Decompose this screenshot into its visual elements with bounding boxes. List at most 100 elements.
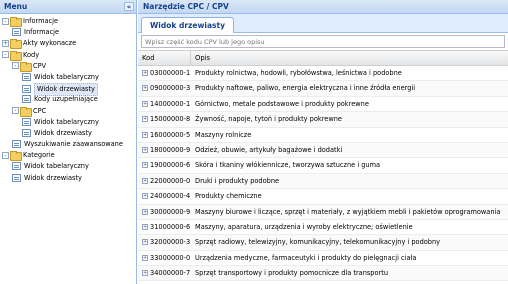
tree-node-label: Kategorie bbox=[23, 151, 55, 160]
tree-node[interactable]: - Kategorie bbox=[0, 150, 136, 162]
tree-node[interactable]: Widok tabelaryczny bbox=[0, 161, 136, 172]
table-row[interactable]: +14000000-1 Górnictwo, metale podstawowe … bbox=[138, 97, 508, 113]
collapse-node-icon[interactable]: - bbox=[2, 51, 9, 59]
row-code-cell: +16000000-5 bbox=[138, 128, 191, 143]
expand-row-icon[interactable]: + bbox=[142, 223, 148, 230]
expand-row-icon[interactable]: + bbox=[142, 254, 148, 261]
expand-row-icon[interactable]: + bbox=[142, 131, 148, 138]
page-icon bbox=[12, 140, 21, 149]
tree-node[interactable]: - Informacje bbox=[0, 16, 136, 27]
expand-row-icon[interactable]: + bbox=[142, 146, 148, 153]
table-row[interactable]: +24000000-4 Produkty chemiczne bbox=[138, 189, 508, 205]
table-row[interactable]: +31000000-6 Maszyny, aparatura, urządzeni… bbox=[138, 220, 508, 236]
tree-node[interactable]: + Akty wykonacze bbox=[0, 38, 136, 50]
row-description: Skóra i tkaniny włókiennicze, tworzywa s… bbox=[195, 161, 381, 170]
table-row[interactable]: +09000000-3 Produkty naftowe, paliwo, ene… bbox=[138, 81, 508, 97]
row-description: Żywność, napoje, tytoń i produkty pokrew… bbox=[195, 115, 342, 124]
collapse-node-icon[interactable]: - bbox=[12, 62, 19, 70]
row-code: 31000000-6 bbox=[150, 222, 191, 231]
search-input[interactable] bbox=[141, 35, 505, 48]
tree-node[interactable]: Widok tabelaryczny bbox=[0, 117, 136, 128]
page-icon bbox=[12, 162, 21, 171]
folder-icon bbox=[20, 106, 32, 117]
main-header: Narzędzie CPC / CPV bbox=[138, 0, 508, 14]
row-code-cell: +18000000-9 bbox=[138, 143, 191, 158]
expand-node-icon[interactable]: + bbox=[2, 39, 9, 47]
page-icon bbox=[22, 85, 31, 94]
row-code: 19000000-6 bbox=[150, 161, 191, 170]
row-code-cell: +14000000-1 bbox=[138, 97, 191, 112]
tree-node[interactable]: Widok tabelaryczny bbox=[0, 72, 136, 83]
tree-node[interactable]: Informacje bbox=[0, 27, 136, 38]
row-description: Produkty naftowe, paliwo, energia elektr… bbox=[195, 84, 416, 93]
row-description: Odzież, obuwie, artykuły bagażowe i doda… bbox=[195, 145, 343, 154]
tree-node-label: Widok tabelaryczny bbox=[34, 117, 99, 126]
row-code: 16000000-5 bbox=[150, 130, 191, 139]
search-bar bbox=[138, 33, 508, 51]
folder-icon bbox=[20, 61, 32, 72]
table-row[interactable]: +03000000-1 Produkty rolnictwa, hodowli, … bbox=[138, 66, 508, 82]
expand-row-icon[interactable]: + bbox=[142, 100, 148, 107]
table-row[interactable]: +18000000-9 Odzież, obuwie, artykuły baga… bbox=[138, 142, 508, 159]
row-code-cell: +03000000-1 bbox=[138, 66, 191, 81]
tree-node[interactable]: - Kody bbox=[0, 50, 136, 61]
page-icon bbox=[22, 128, 31, 137]
row-description: Urządzenia medyczne, farmaceutyki i prod… bbox=[195, 253, 417, 262]
row-code-cell: +32000000-3 bbox=[138, 235, 191, 250]
folder-icon bbox=[10, 50, 22, 61]
page-icon bbox=[22, 117, 31, 126]
tree-node[interactable]: - CPV bbox=[0, 61, 136, 72]
collapse-sidebar-icon[interactable]: « bbox=[124, 2, 134, 11]
collapse-node-icon[interactable]: - bbox=[2, 151, 9, 159]
table-row[interactable]: +16000000-5 Maszyny rolnicze bbox=[138, 128, 508, 143]
row-code: 34000000-7 bbox=[150, 269, 191, 278]
tree-node[interactable]: Widok drzewiasty bbox=[0, 83, 136, 97]
tree-node-label: Kody uzupełniające bbox=[34, 95, 98, 104]
expand-row-icon[interactable]: + bbox=[142, 193, 148, 200]
expand-row-icon[interactable]: + bbox=[142, 85, 148, 92]
column-header-opis[interactable]: Opis bbox=[191, 51, 508, 66]
tree-node[interactable]: - CPC bbox=[0, 106, 136, 117]
grid-header: Kod Opis bbox=[138, 51, 508, 66]
tree-node[interactable]: Widok drzewiasty bbox=[0, 128, 136, 139]
row-description: Produkty rolnictwa, hodowli, rybołówstwa… bbox=[195, 69, 402, 77]
row-code: 22000000-0 bbox=[150, 176, 191, 185]
row-code: 30000000-9 bbox=[150, 207, 191, 216]
folder-icon bbox=[10, 151, 22, 162]
table-row[interactable]: +30000000-9 Maszyny biurowe i liczące, sp… bbox=[138, 204, 508, 220]
expand-row-icon[interactable]: + bbox=[142, 239, 148, 246]
table-row[interactable]: +32000000-3 Sprzęt radiowy, telewizyjny, … bbox=[138, 235, 508, 251]
tree-node[interactable]: Wyszukiwanie zaawansowane bbox=[0, 139, 136, 150]
folder-icon bbox=[10, 39, 22, 50]
expand-row-icon[interactable]: + bbox=[142, 177, 148, 184]
tree-node[interactable]: Kody uzupełniające bbox=[0, 94, 136, 105]
sidebar-panel: Menu « - Informacje Informacje + Akty wykona… bbox=[0, 0, 137, 284]
table-row[interactable]: +19000000-6 Skóra i tkaniny włókiennicze,… bbox=[138, 158, 508, 174]
tree-node-label: Widok tabelaryczny bbox=[24, 162, 89, 171]
row-description: Górnictwo, metale podstawowe i produkty … bbox=[195, 99, 369, 108]
row-code-cell: +24000000-4 bbox=[138, 189, 191, 204]
row-description: Produkty chemiczne bbox=[195, 192, 262, 201]
collapse-node-icon[interactable]: - bbox=[12, 107, 19, 114]
tree-node[interactable]: Widok drzewiasty bbox=[0, 173, 136, 184]
column-header-kod[interactable]: Kod bbox=[138, 51, 191, 66]
collapse-node-icon[interactable]: - bbox=[2, 17, 9, 25]
table-row[interactable]: +34000000-7 Sprzęt transportowy i produkt… bbox=[138, 266, 508, 282]
expand-row-icon[interactable]: + bbox=[142, 70, 148, 76]
table-row[interactable]: +33000000-0 Urządzenia medyczne, farmaceu… bbox=[138, 251, 508, 267]
tab-strip: Widok drzewiasty bbox=[138, 14, 508, 33]
row-code-cell: +33000000-0 bbox=[138, 251, 191, 266]
row-description: Maszyny, aparatura, urządzenia i wyroby … bbox=[195, 222, 413, 231]
expand-row-icon[interactable]: + bbox=[142, 162, 148, 169]
row-description: Maszyny rolnicze bbox=[195, 130, 252, 139]
row-code-cell: +31000000-6 bbox=[138, 220, 191, 235]
expand-row-icon[interactable]: + bbox=[142, 270, 148, 277]
expand-row-icon[interactable]: + bbox=[142, 208, 148, 215]
row-code: 15000000-8 bbox=[150, 115, 191, 124]
table-row[interactable]: +22000000-0 Druki i produkty podobne bbox=[138, 173, 508, 190]
row-code-cell: +15000000-8 bbox=[138, 112, 191, 127]
sidebar-header: Menu « bbox=[0, 0, 136, 14]
tab-widok-drzewiasty[interactable]: Widok drzewiasty bbox=[141, 17, 234, 33]
table-row[interactable]: +15000000-8 Żywność, napoje, tytoń i prod… bbox=[138, 112, 508, 128]
expand-row-icon[interactable]: + bbox=[142, 116, 148, 123]
